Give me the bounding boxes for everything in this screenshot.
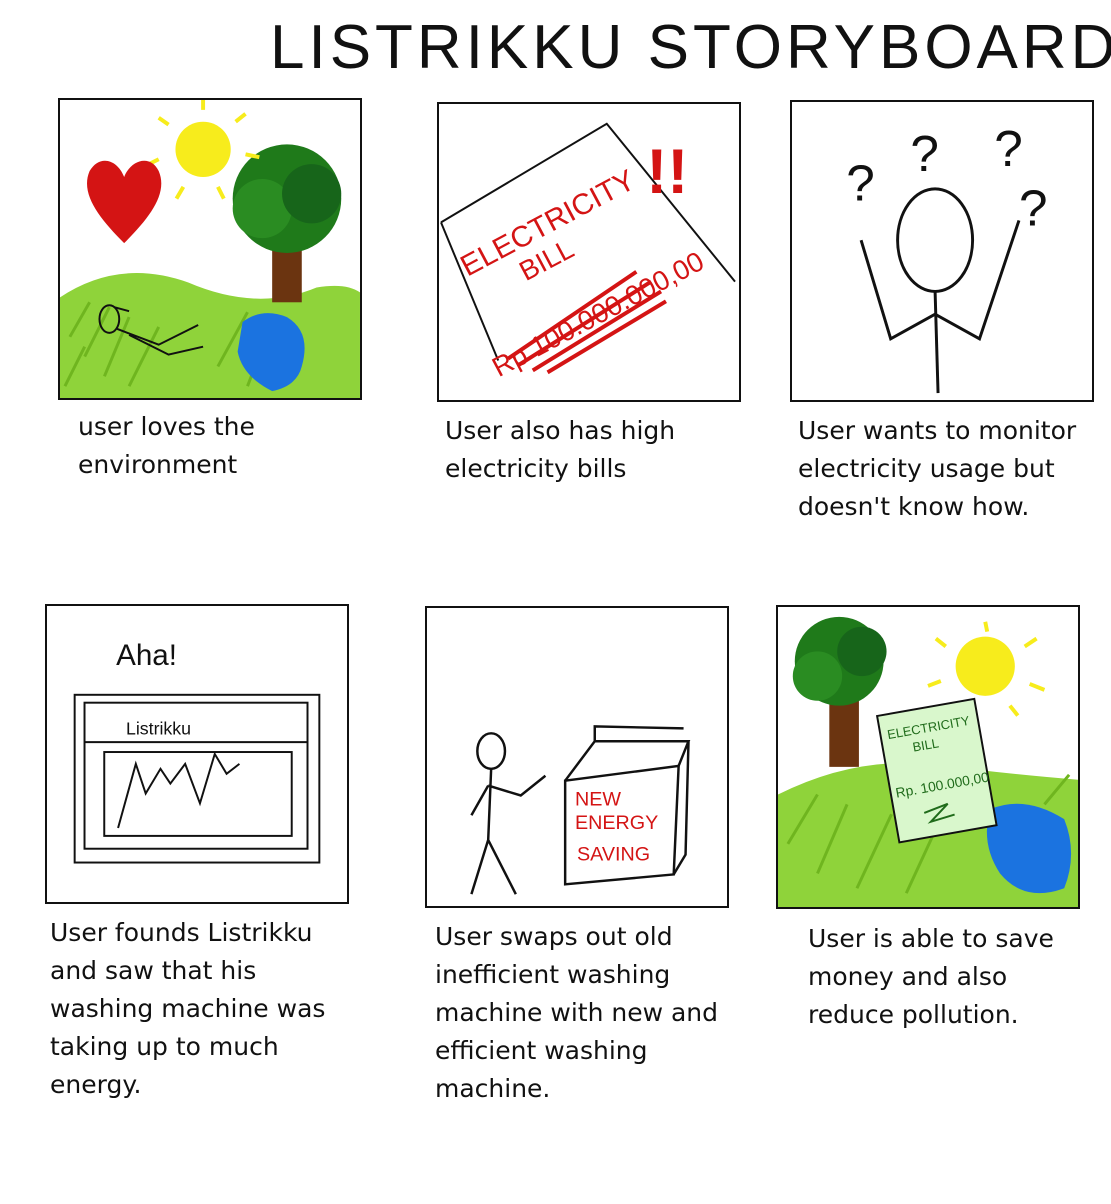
machine-label-saving: SAVING: [577, 844, 650, 866]
panel-3-confused-user: ? ? ? ?: [790, 100, 1094, 402]
panel-3-caption: User wants to monitor electricity usage …: [798, 416, 1077, 521]
app-window-name: Listrikku: [126, 718, 191, 738]
machine-label-energy: ENERGY: [575, 812, 658, 834]
panel-4-drawing: Aha! Listrikku: [73, 639, 321, 864]
alert-marks: !!: [646, 137, 688, 207]
panel-6-caption: User is able to save money and also redu…: [808, 924, 1054, 1029]
panel-5-drawing: NEW ENERGY SAVING: [470, 725, 691, 895]
aha-exclamation: Aha!: [116, 639, 177, 672]
panel-1-caption: user loves the environment: [78, 412, 255, 479]
panel-5-caption: User swaps out old inefficient washing m…: [435, 922, 719, 1103]
panel-6-drawing: ELECTRICITY BILL Rp. 100.000,00: [778, 616, 1078, 907]
machine-label-new: NEW: [575, 788, 621, 810]
panel-5-swap-machine: NEW ENERGY SAVING: [425, 606, 729, 908]
svg-text:?: ?: [846, 155, 875, 212]
panel-2-bill: ELECTRICITY BILL Rp 100.000.000,00 !!: [437, 102, 741, 402]
panel-2-caption: User also has high electricity bills: [445, 416, 676, 483]
panel-1-drawing: [60, 100, 360, 398]
panel-6-happy-ending: ELECTRICITY BILL Rp. 100.000,00: [776, 605, 1080, 909]
panel-3-drawing: ? ? ? ?: [846, 120, 1048, 394]
panel-2-drawing: ELECTRICITY BILL Rp 100.000.000,00 !!: [440, 122, 736, 383]
panel-4-app-discovery: Aha! Listrikku: [45, 604, 349, 904]
storyboard-title: LISTRIKKU STORYBOARD: [270, 13, 1111, 82]
svg-text:?: ?: [994, 120, 1023, 177]
panel-4-caption: User founds Listrikku and saw that his w…: [50, 918, 326, 1099]
svg-text:?: ?: [1019, 179, 1048, 236]
panel-1-environment: [58, 98, 362, 400]
svg-text:?: ?: [910, 125, 939, 182]
